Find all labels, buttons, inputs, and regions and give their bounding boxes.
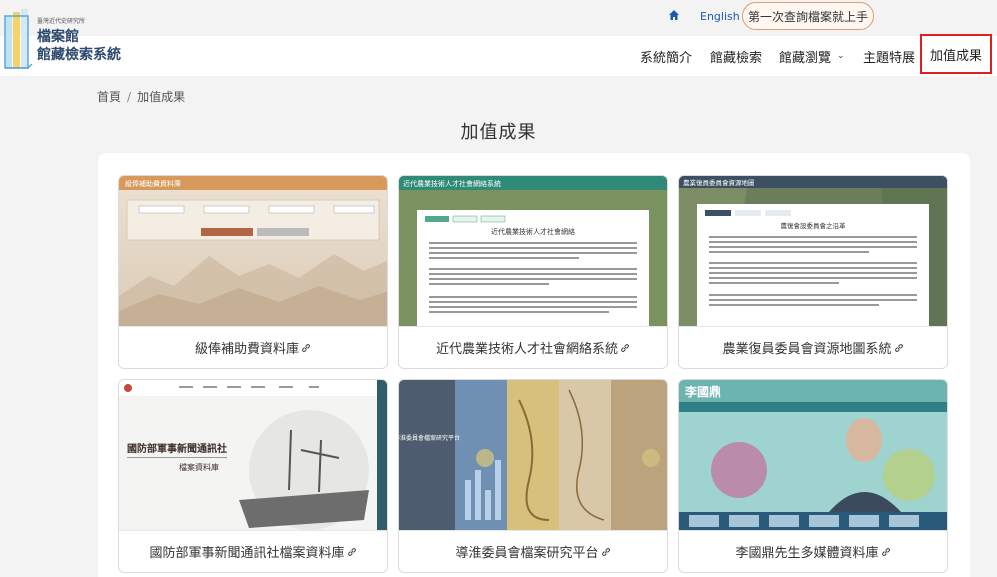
card-thumbnail: 李國鼎	[679, 380, 947, 530]
thumb-header-text: 導淮委員會檔案研究平台	[399, 434, 460, 442]
breadcrumb-home[interactable]: 首頁	[97, 90, 121, 104]
card-thumbnail: 近代農業技術人才社會網絡系統 近代農業技術人才社會網絡	[399, 176, 667, 326]
nav-value-added[interactable]: 加值成果	[920, 34, 992, 74]
card-title[interactable]: 國防部軍事新聞通訊社檔案資料庫	[119, 530, 387, 572]
thumb-header-text: 國防部軍事新聞通訊社	[127, 442, 227, 455]
card-li-kwoh-ting-multimedia-db[interactable]: 李國鼎 李國鼎先生多媒體資料庫	[678, 379, 948, 573]
card-title[interactable]: 導淮委員會檔案研究平台	[399, 530, 667, 572]
card-jcrr-resource-map[interactable]: 農業復員委員會資源地圖 農復會設委員會之沿革 農業復員委員會資源地圖系統	[678, 175, 948, 369]
nav-collection-browse-label: 館藏瀏覽	[779, 50, 832, 66]
thumb-doc-title: 近代農業技術人才社會網絡	[491, 227, 575, 236]
thumb-doc-title: 農復會設委員會之沿革	[781, 221, 847, 230]
nav-collection-browse[interactable]: 館藏瀏覽 ⌄	[779, 36, 845, 76]
card-title-text: 導淮委員會檔案研究平台	[455, 546, 599, 561]
link-icon	[881, 547, 890, 556]
logo-mark-icon	[4, 9, 33, 69]
card-title-text: 國防部軍事新聞通訊社檔案資料庫	[149, 546, 345, 561]
thumb-header-text: 農業復員委員會資源地圖	[683, 178, 755, 187]
thumb-sub-text: 檔案資料庫	[179, 462, 219, 472]
english-link[interactable]: English	[700, 10, 740, 23]
thumb-header-text: 近代農業技術人才社會網絡系統	[403, 179, 501, 188]
card-thumbnail: 國防部軍事新聞通訊社 檔案資料庫	[119, 380, 387, 530]
logo-title-1: 檔案館	[37, 29, 79, 45]
card-salary-subsidy-db[interactable]: 級俸補助費資料庫 級俸補助費資料庫	[118, 175, 388, 369]
thumb-header-text: 級俸補助費資料庫	[125, 179, 181, 188]
card-title-text: 級俸補助費資料庫	[194, 342, 299, 357]
card-title-text: 農業復員委員會資源地圖系統	[722, 342, 892, 357]
link-icon	[894, 343, 903, 352]
card-huai-river-archive-platform[interactable]: 導淮委員會檔案研究平台 導淮委員會檔案研究平台	[398, 379, 668, 573]
card-thumbnail: 導淮委員會檔案研究平台	[399, 380, 667, 530]
logo-title-2: 館藏檢索系統	[37, 47, 121, 63]
breadcrumb-separator: /	[127, 90, 132, 104]
link-icon	[302, 343, 310, 352]
card-title[interactable]: 農業復員委員會資源地圖系統	[679, 326, 947, 368]
breadcrumb-current: 加值成果	[137, 90, 186, 104]
chevron-down-icon: ⌄	[837, 51, 845, 61]
card-title[interactable]: 近代農業技術人才社會網絡系統	[399, 326, 667, 368]
card-agri-talent-network[interactable]: 近代農業技術人才社會網絡系統 近代農業技術人才社會網絡 近代農業技術人才社會網絡…	[398, 175, 668, 369]
site-logo[interactable]: 臺灣近代史研究所 檔案館 館藏檢索系統	[4, 4, 134, 70]
link-icon	[621, 343, 629, 352]
card-title[interactable]: 級俸補助費資料庫	[119, 326, 387, 368]
card-thumbnail: 農業復員委員會資源地圖 農復會設委員會之沿革	[679, 176, 947, 326]
card-title-text: 李國鼎先生多媒體資料庫	[735, 546, 879, 561]
first-time-guide-button[interactable]: 第一次查詢檔案就上手	[742, 2, 874, 30]
link-icon	[601, 547, 610, 556]
card-title-text: 近代農業技術人才社會網絡系統	[435, 342, 618, 357]
nav-system-intro[interactable]: 系統簡介	[640, 36, 692, 76]
card-title[interactable]: 李國鼎先生多媒體資料庫	[679, 530, 947, 572]
home-icon[interactable]	[668, 9, 680, 21]
card-mnd-news-agency-archive[interactable]: 國防部軍事新聞通訊社 檔案資料庫 國防部軍事新聞通訊社檔案資料庫	[118, 379, 388, 573]
nav-theme-exhibit[interactable]: 主題特展	[863, 36, 915, 76]
breadcrumb: 首頁 / 加值成果	[97, 88, 185, 105]
card-thumbnail: 級俸補助費資料庫	[119, 176, 387, 326]
header	[0, 36, 997, 76]
top-utility-bar: English 第一次查詢檔案就上手	[0, 0, 997, 36]
thumb-header-text: 李國鼎	[684, 384, 721, 399]
nav-collection-search[interactable]: 館藏檢索	[710, 36, 762, 76]
link-icon	[347, 547, 356, 556]
logo-subtitle: 臺灣近代史研究所	[37, 18, 86, 25]
page-title: 加值成果	[460, 122, 537, 143]
